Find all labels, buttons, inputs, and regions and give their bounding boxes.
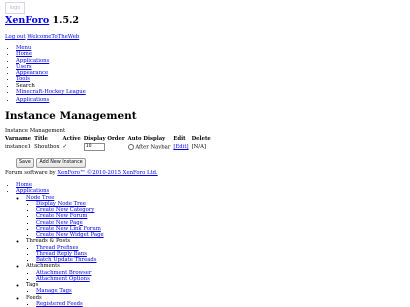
table-row: instance1 Shoutbox ✓ 10 After Navbar [Ed…	[4, 143, 212, 151]
applications-sections: Node Tree Display Node Tree Create New C…	[16, 195, 104, 307]
cell-title: Shoutbox	[33, 143, 60, 151]
auto-display-radio[interactable]	[128, 144, 134, 150]
display-node-tree-link[interactable]: Display Node Tree	[36, 201, 86, 207]
user-links: Log out WelcomeToTheWeb	[5, 34, 79, 40]
logo-text: logo	[10, 5, 21, 11]
auto-display-value: After Navbar	[135, 144, 170, 150]
bottom-nav-list: Home Applications Node Tree Display Node…	[6, 182, 104, 307]
attachment-options-link[interactable]: Attachment Options	[36, 276, 90, 282]
footer-xenforo-link[interactable]: XenForo™ ©2010-2015 XenForo Ltd.	[57, 170, 157, 176]
create-new-widget-page-link[interactable]: Create New Widget Page	[36, 232, 104, 238]
thread-prefixes-link[interactable]: Thread Prefixes	[36, 245, 78, 251]
create-new-link-forum-link[interactable]: Create New Link Forum	[36, 226, 101, 232]
welcome-user-link[interactable]: WelcomeToTheWeb	[27, 34, 79, 40]
nav-applications-link[interactable]: Applications	[16, 58, 49, 64]
site-header: XenForo 1.5.2	[5, 15, 79, 26]
create-new-category-link[interactable]: Create New Category	[36, 207, 94, 213]
cell-auto-display: After Navbar	[127, 143, 172, 151]
registered-feeds-link[interactable]: Registered Feeds	[36, 301, 83, 307]
section-items: Thread Prefixes Thread Reply Bans Batch …	[26, 245, 104, 264]
nav-menu-link[interactable]: Menu	[16, 45, 31, 51]
top-nav-list: Menu Home Applications Users Appearance …	[6, 45, 86, 95]
nav-home-link[interactable]: Home	[16, 51, 32, 57]
section-attachments-label: Attachments	[26, 263, 60, 269]
top-nav-item: Minecraft-Hockey League	[16, 89, 86, 95]
col-header-edit: Edit	[172, 136, 189, 142]
col-header-title: Title	[33, 136, 60, 142]
col-header-display-order: Display Order	[83, 136, 126, 142]
nav-section: Threads & Posts Thread Prefixes Thread R…	[26, 238, 104, 263]
nav-league-link[interactable]: Minecraft-Hockey League	[16, 89, 86, 95]
bottom-nav: Home Applications Node Tree Display Node…	[6, 182, 104, 307]
section-node-tree-link[interactable]: Node Tree	[26, 195, 54, 201]
site-logo[interactable]: logo	[5, 2, 25, 14]
nav-section-item: Registered Feeds	[36, 301, 104, 307]
nav-tools-link[interactable]: Tools	[16, 76, 30, 82]
display-order-input[interactable]: 10	[84, 143, 105, 151]
section-items: Registered Feeds	[26, 301, 104, 307]
col-header-delete: Delete	[191, 136, 212, 142]
active-checkbox[interactable]: ✓	[62, 144, 66, 150]
page-title: Instance Management	[5, 110, 137, 122]
manage-tags-link[interactable]: Manage Tags	[36, 288, 72, 294]
col-header-varname: Varname	[4, 136, 32, 142]
edit-link[interactable]: [Edit]	[173, 144, 188, 150]
col-header-auto-display: Auto Display	[127, 136, 172, 142]
site-version: 1.5.2	[53, 15, 79, 26]
cell-display-order: 10	[83, 143, 126, 151]
col-header-active: Active	[61, 136, 81, 142]
section-items: Attachment Browser Attachment Options	[26, 270, 104, 283]
create-new-page-link[interactable]: Create New Page	[36, 220, 83, 226]
section-items: Display Node Tree Create New Category Cr…	[26, 201, 104, 239]
create-new-forum-link[interactable]: Create New Forum	[36, 213, 87, 219]
nav-section: Attachments Attachment Browser Attachmen…	[26, 263, 104, 282]
logout-link[interactable]: Log out	[5, 34, 26, 40]
top-nav: Menu Home Applications Users Appearance …	[6, 45, 86, 95]
nav-appearance-link[interactable]: Appearance	[16, 70, 48, 76]
footer: Forum software by XenForo™ ©2010-2015 Xe…	[5, 170, 158, 176]
bottom-nav-applications-link[interactable]: Applications	[16, 188, 49, 194]
section-tags-label: Tags	[26, 282, 38, 288]
sub-nav-item: Applications	[16, 97, 49, 103]
cell-varname: instance1	[4, 143, 32, 151]
batch-update-threads-link[interactable]: Batch Update Threads	[36, 257, 96, 263]
sub-nav-applications-link[interactable]: Applications	[16, 97, 49, 103]
thread-reply-bans-link[interactable]: Thread Reply Bans	[36, 251, 87, 257]
instance-table: Varname Title Active Display Order Auto …	[3, 135, 213, 152]
footer-prefix: Forum software by	[5, 170, 57, 176]
nav-search-label: Search	[16, 83, 35, 89]
sub-nav: Applications	[6, 97, 49, 103]
add-new-instance-button[interactable]: Add New Instance	[36, 158, 85, 168]
save-button[interactable]: Save	[16, 158, 34, 168]
table-header-row: Varname Title Active Display Order Auto …	[4, 136, 212, 142]
attachment-browser-link[interactable]: Attachment Browser	[36, 270, 91, 276]
nav-users-link[interactable]: Users	[16, 64, 32, 70]
bottom-nav-item: Applications Node Tree Display Node Tree…	[16, 188, 104, 307]
site-name-link[interactable]: XenForo	[5, 15, 49, 26]
nav-section: Node Tree Display Node Tree Create New C…	[26, 195, 104, 239]
sub-nav-list: Applications	[6, 97, 49, 103]
cell-active: ✓	[61, 143, 81, 151]
bottom-nav-home-link[interactable]: Home	[16, 182, 32, 188]
cell-delete: [N/A]	[191, 143, 212, 151]
nav-section: Tags Manage Tags	[26, 282, 104, 295]
cell-edit: [Edit]	[172, 143, 189, 151]
nav-section: Feeds Registered Feeds	[26, 295, 104, 307]
section-threads-posts-label: Threads & Posts	[26, 238, 70, 244]
table-caption: Instance Management	[5, 128, 65, 134]
form-buttons: Save Add New Instance	[16, 158, 87, 168]
